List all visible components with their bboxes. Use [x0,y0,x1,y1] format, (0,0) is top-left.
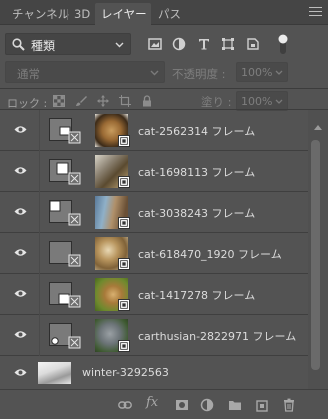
scrollbar-thumb[interactable] [311,140,320,370]
adjustment-filter-icon[interactable] [172,37,186,51]
scroll-up-arrow-icon[interactable] [314,125,322,130]
layer-row[interactable]: cat-3038243 フレーム [0,192,308,233]
fx-icon[interactable]: fx [146,395,158,410]
divider [39,315,40,356]
tab-channels[interactable]: チャンネル [12,3,69,25]
tab-divider [67,9,68,20]
winter-photo-thumbnail [38,362,71,384]
layer-row[interactable]: cat-618470_1920 フレーム [0,233,308,274]
layer-name[interactable]: cat-618470_1920 フレーム [138,246,282,262]
filter-kind-label: 種類 [31,39,56,53]
layers-list: cat-2562314 フレーム cat-1698113 フレーム cat-30… [0,110,308,389]
eye-icon[interactable] [14,330,27,339]
layer-row[interactable]: cat-1698113 フレーム [0,151,308,192]
fill-input[interactable]: 100% [236,91,288,111]
layers-footer-toolbar: fx [0,389,328,419]
layer-name[interactable]: cat-3038243 フレーム [138,205,255,221]
layer-name[interactable]: winter-3292563 [82,366,169,379]
image-filter-icon[interactable] [148,37,162,51]
frame-thumbnail-icon [49,200,81,226]
filter-toggle-icon[interactable] [277,33,289,55]
link-layers-icon[interactable] [118,398,132,412]
divider [39,233,40,274]
panel-tab-bar: チャンネル 3D レイヤー パス [0,0,328,25]
divider [39,110,40,151]
blend-mode-select[interactable]: 通常 [5,61,165,83]
layer-name[interactable]: cat-2562314 フレーム [138,123,255,139]
frame-thumbnail-icon [49,159,81,185]
frame-thumbnail-icon [49,241,81,267]
layer-name[interactable]: cat-1698113 フレーム [138,164,255,180]
type-filter-icon[interactable] [197,37,211,51]
opacity-input[interactable]: 100% [236,62,288,82]
frame-thumbnail-icon [49,282,81,308]
layer-name[interactable]: carthusian-2822971 フレーム [138,328,296,344]
frame-badge-icon [118,299,130,311]
shape-filter-icon[interactable] [221,37,235,51]
chevron-down-icon [115,42,124,48]
search-icon [12,38,25,51]
chevron-down-icon [275,99,283,104]
tab-3d[interactable]: 3D [74,3,90,25]
eye-icon[interactable] [14,368,27,377]
eye-icon[interactable] [14,289,27,298]
layer-row[interactable]: cat-2562314 フレーム [0,110,308,151]
layer-row[interactable]: carthusian-2822971 フレーム [0,315,308,356]
layer-row[interactable]: cat-1417278 フレーム [0,274,308,315]
panel-menu-icon[interactable] [309,7,322,18]
lock-move-icon[interactable] [97,95,109,107]
frame-badge-icon [118,176,130,188]
delete-layer-icon[interactable] [282,398,296,412]
divider [39,192,40,233]
layer-row[interactable]: winter-3292563 [0,357,308,389]
frame-badge-icon [118,135,130,147]
new-layer-icon[interactable] [255,398,269,412]
chevron-down-icon [275,70,283,75]
tab-layers[interactable]: レイヤー [95,3,151,25]
adjustment-layer-icon[interactable] [200,398,214,412]
blend-mode-label: 通常 [17,67,40,81]
fill-label: 塗り : [201,95,232,109]
opacity-label: 不透明度 : [172,67,226,81]
frame-badge-icon [118,340,130,352]
frame-thumbnail-icon [49,118,81,144]
lock-artboard-icon[interactable] [119,95,131,107]
tab-paths[interactable]: パス [158,3,181,25]
frame-badge-icon [118,217,130,229]
filter-kind-select[interactable]: 種類 [5,33,131,55]
frame-badge-icon [118,258,130,270]
divider [0,88,328,89]
new-group-icon[interactable] [228,398,242,412]
divider [39,151,40,192]
opacity-value: 100% [241,66,273,79]
eye-icon[interactable] [14,125,27,134]
eye-icon[interactable] [14,207,27,216]
add-mask-icon[interactable] [175,398,189,412]
frame-thumbnail-icon [49,323,81,349]
lock-transparent-icon[interactable] [53,95,65,107]
layer-name[interactable]: cat-1417278 フレーム [138,287,255,303]
lock-paint-icon[interactable] [75,95,87,107]
divider [39,274,40,315]
chevron-down-icon [150,70,159,76]
eye-icon[interactable] [14,166,27,175]
eye-icon[interactable] [14,248,27,257]
lock-all-icon[interactable] [141,95,153,107]
fill-value: 100% [241,95,273,108]
smart-object-filter-icon[interactable] [246,37,260,51]
